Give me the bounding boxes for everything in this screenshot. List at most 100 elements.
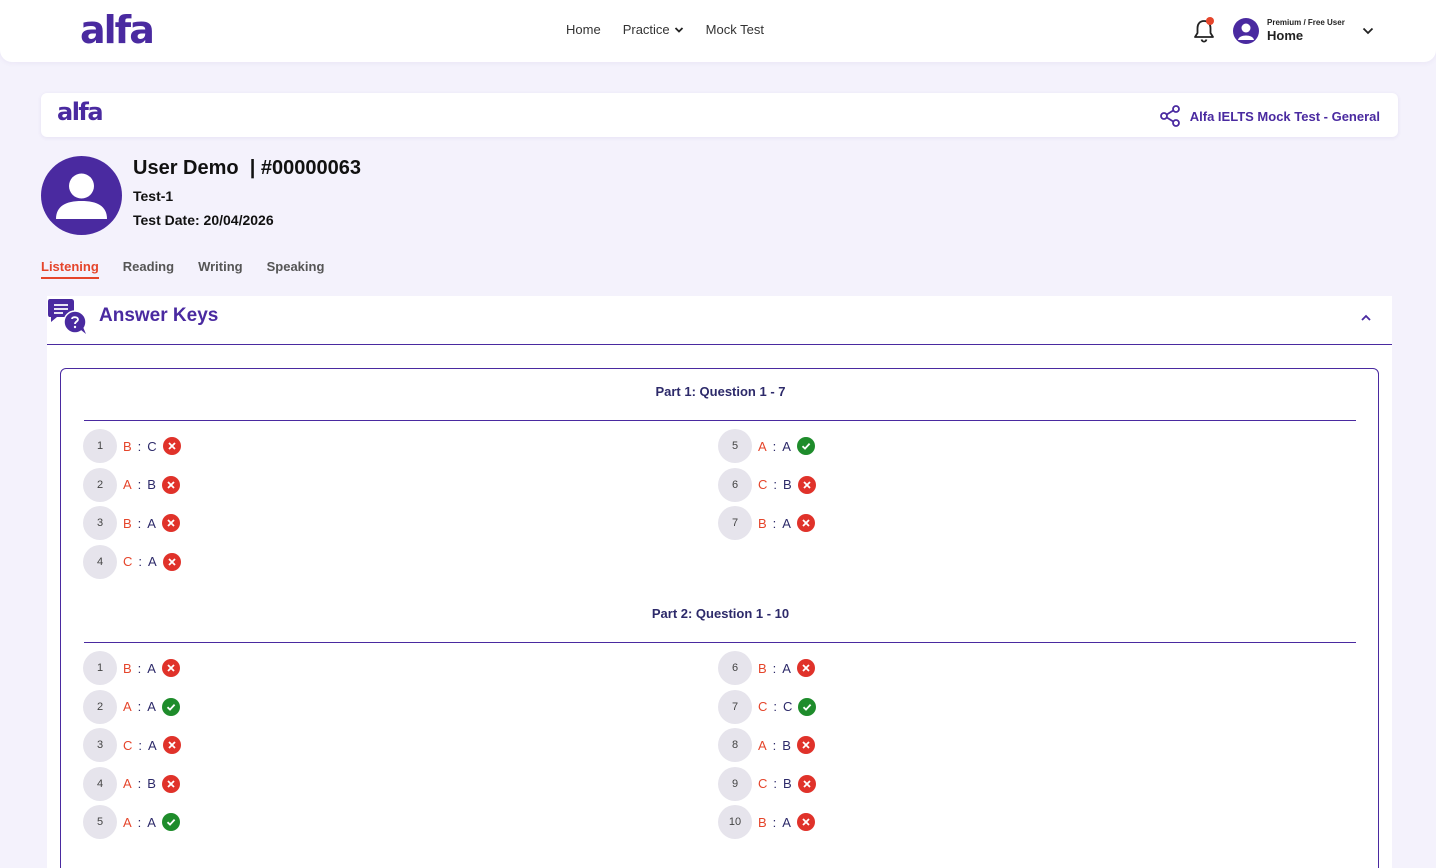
user-menu[interactable]: Premium / Free User Home — [1233, 18, 1375, 44]
answer-row: 2A:A — [83, 689, 180, 724]
cross-icon — [796, 659, 815, 677]
correct-answer: B — [783, 776, 792, 791]
cross-icon — [796, 813, 815, 831]
answer-row: 8A: B — [718, 728, 815, 762]
question-number: 2 — [83, 689, 117, 724]
answer-row: 5A:A — [718, 429, 815, 463]
answer-separator: : — [773, 477, 778, 492]
correct-answer: A — [147, 814, 156, 830]
answer-keys-title: Answer Keys — [99, 305, 219, 326]
answer-separator: : — [137, 699, 142, 714]
test-label: Test-1 — [133, 188, 174, 204]
question-number: 7 — [718, 689, 752, 724]
share-test-button[interactable]: Alfa IELTS Mock Test - General — [1158, 104, 1380, 128]
question-number: 3 — [83, 506, 117, 540]
answer-row: 3C: A — [83, 728, 181, 762]
question-number: 9 — [718, 766, 752, 801]
answer-separator: : — [138, 737, 143, 753]
user-answer: B — [758, 515, 767, 531]
correct-answer: A — [147, 660, 156, 676]
answer-separator: : — [772, 515, 777, 531]
question-number: 5 — [83, 805, 117, 839]
answer-keys-header[interactable]: Answer Keys — [47, 296, 1392, 345]
answer-separator: : — [772, 814, 777, 830]
correct-answer: A — [782, 515, 791, 531]
user-answer: C — [758, 699, 768, 714]
answer-separator: : — [137, 814, 142, 830]
tab-listening[interactable]: Listening — [41, 259, 99, 279]
alfa-logo[interactable]: alfa — [80, 8, 155, 52]
chevron-down-icon — [1362, 27, 1373, 35]
user-answer: C — [123, 554, 133, 569]
skill-tabs: Listening Reading Writing Speaking — [41, 259, 324, 279]
correct-answer: C — [147, 438, 157, 454]
correct-answer: B — [147, 477, 156, 492]
user-avatar — [1233, 18, 1259, 44]
user-answer: A — [758, 737, 767, 753]
answer-separator: : — [772, 737, 777, 753]
top-navbar: alfa Home Practice Mock Test Premium / F… — [0, 0, 1436, 62]
test-name: Alfa IELTS Mock Test - General — [1189, 108, 1380, 124]
answer-row: 2A: B — [83, 467, 180, 502]
chevron-up-icon[interactable] — [1360, 312, 1372, 324]
user-answer: B — [123, 660, 132, 676]
answer-keys-body: Part 1: Question 1 - 71B:C2A:B3B:A4C:A5A… — [60, 368, 1379, 868]
user-answer: A — [123, 814, 132, 830]
answer-separator: : — [772, 438, 777, 454]
question-number: 4 — [83, 544, 117, 579]
user-answer: A — [123, 776, 132, 791]
check-icon — [161, 697, 180, 716]
correct-answer: B — [147, 776, 156, 791]
cross-icon — [797, 774, 816, 793]
cross-icon — [796, 514, 815, 532]
answer-separator: : — [137, 438, 142, 454]
answer-row: 10 B: A — [718, 805, 815, 839]
chat-question-icon — [48, 299, 87, 334]
answer-row: 4C: A — [83, 544, 181, 579]
profile-avatar — [41, 156, 122, 235]
answer-row: 9C: B — [718, 766, 816, 801]
correct-answer: A — [782, 814, 791, 830]
answer-separator: : — [773, 776, 778, 791]
part-divider — [84, 642, 1356, 643]
part-title: Part 1: Question 1 - 7 — [655, 384, 786, 399]
cross-icon — [162, 736, 181, 754]
nav-home-link[interactable]: Home — [566, 22, 601, 37]
question-number: 7 — [718, 506, 752, 540]
tab-reading[interactable]: Reading — [123, 259, 174, 279]
notification-bell-icon[interactable] — [1192, 17, 1216, 44]
part-title: Part 2: Question 1 - 10 — [651, 606, 790, 621]
question-number: 6 — [718, 651, 752, 685]
part-divider — [84, 420, 1356, 421]
answer-keys-panel: Answer Keys Part 1: Question 1 - 71B:C2A… — [47, 296, 1392, 868]
correct-answer: A — [782, 660, 791, 676]
share-icon — [1159, 105, 1180, 127]
question-number: 2 — [83, 467, 117, 502]
question-number: 3 — [83, 728, 117, 762]
user-answer: A — [123, 477, 132, 492]
question-number: 1 — [83, 429, 117, 463]
chevron-down-icon — [674, 26, 683, 33]
cross-icon — [161, 475, 180, 494]
user-answer: B — [758, 814, 767, 830]
user-answer: B — [123, 515, 132, 531]
correct-answer: A — [148, 554, 157, 569]
user-answer: C — [123, 737, 133, 753]
answer-row: 1B: C — [83, 429, 181, 463]
main-nav: Home Practice Mock Test — [566, 22, 764, 37]
answer-separator: : — [137, 515, 142, 531]
correct-answer: A — [147, 699, 156, 714]
correct-answer: A — [782, 438, 791, 454]
answer-separator: : — [138, 554, 143, 569]
answer-separator: : — [772, 660, 777, 676]
tab-writing[interactable]: Writing — [198, 259, 243, 279]
nav-practice-dropdown[interactable]: Practice — [623, 22, 684, 37]
cross-icon — [161, 659, 180, 677]
notification-badge — [1206, 17, 1214, 25]
tab-speaking[interactable]: Speaking — [267, 259, 325, 279]
cross-icon — [161, 774, 180, 793]
answer-row: 1B: A — [83, 651, 180, 685]
correct-answer: B — [782, 737, 791, 753]
correct-answer: A — [147, 515, 156, 531]
nav-mock-test-link[interactable]: Mock Test — [706, 22, 764, 37]
